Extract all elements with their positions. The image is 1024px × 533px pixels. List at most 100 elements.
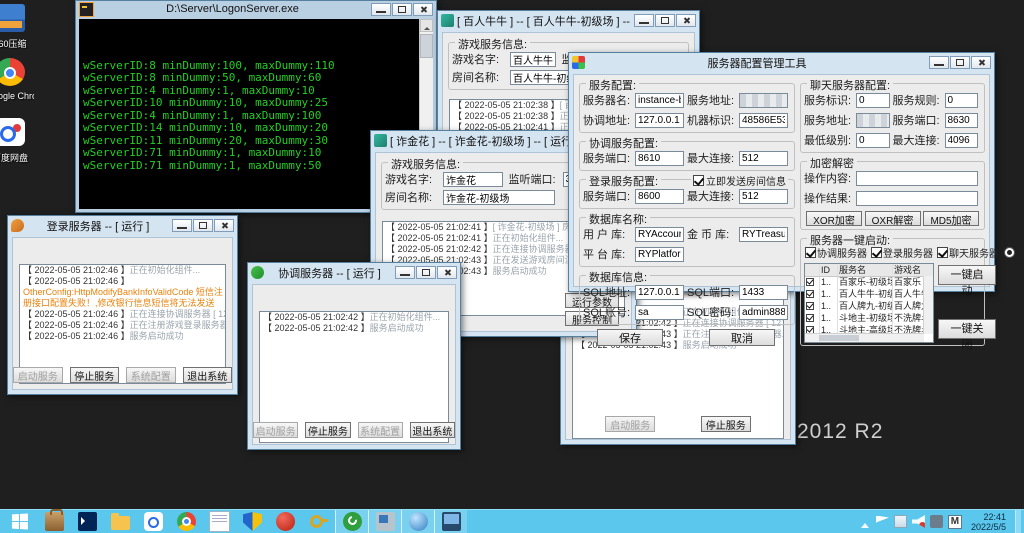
field-input[interactable] bbox=[856, 171, 978, 186]
close-button[interactable] bbox=[437, 266, 457, 279]
room-name-field[interactable] bbox=[443, 190, 555, 205]
chrome-icon[interactable] bbox=[170, 510, 203, 533]
baidu-netdisk-icon[interactable] bbox=[137, 510, 170, 533]
service-button[interactable]: 启动服务 bbox=[253, 422, 298, 438]
titlebar[interactable]: [ 百人牛牛 ] -- [ 百人牛牛-初级场 ] -- [ 运行 ] bbox=[438, 11, 699, 30]
row-checkbox[interactable] bbox=[806, 278, 814, 286]
field-input[interactable] bbox=[635, 247, 684, 262]
service-button[interactable]: 系统配置 bbox=[126, 367, 176, 383]
table-row[interactable]: 1.. 斗地主-初级场 不洗牌斗地主 bbox=[805, 313, 933, 325]
desktop-icon-baidu-netdisk[interactable]: 百度网盘 bbox=[0, 118, 34, 164]
uac-shield-icon[interactable] bbox=[236, 510, 269, 533]
save-button[interactable]: 保存 bbox=[597, 329, 663, 346]
titlebar[interactable]: 登录服务器 -- [ 运行 ] bbox=[8, 216, 237, 235]
send-room-info-checkbox[interactable]: 立即发送房间信息 bbox=[691, 173, 788, 188]
table-vertical-scrollbar[interactable] bbox=[923, 276, 933, 334]
scroll-up-icon[interactable] bbox=[420, 19, 433, 32]
ime-indicator-icon[interactable] bbox=[930, 515, 943, 528]
m-badge[interactable]: M bbox=[948, 515, 962, 529]
row-checkbox[interactable] bbox=[806, 290, 814, 298]
field-input[interactable] bbox=[635, 151, 684, 166]
field-input[interactable] bbox=[856, 191, 978, 206]
service-button[interactable]: 停止服务 bbox=[305, 422, 350, 438]
minimize-button[interactable] bbox=[172, 219, 192, 232]
field-input[interactable] bbox=[739, 189, 788, 204]
minimize-button[interactable] bbox=[929, 56, 949, 69]
globe-icon[interactable] bbox=[401, 510, 434, 533]
field-input[interactable] bbox=[739, 93, 788, 108]
maximize-button[interactable] bbox=[193, 219, 213, 232]
computer-icon[interactable] bbox=[434, 510, 467, 533]
field-input[interactable] bbox=[635, 93, 684, 108]
maximize-button[interactable] bbox=[416, 266, 436, 279]
titlebar[interactable]: 协调服务器 -- [ 运行 ] bbox=[248, 263, 460, 282]
device-icon[interactable] bbox=[368, 510, 401, 533]
select-mode-radio[interactable]: 全选 bbox=[1004, 245, 1024, 260]
service-button[interactable]: 停止服务 bbox=[70, 367, 120, 383]
table-row[interactable]: 1.. 百人牛牛-初级场 百人牛牛 bbox=[805, 289, 933, 301]
server-manager-icon[interactable] bbox=[38, 510, 71, 533]
action-center-flag-icon[interactable] bbox=[876, 516, 889, 529]
game-name-field[interactable] bbox=[443, 172, 503, 187]
service-button[interactable]: 退出系统 bbox=[183, 367, 233, 383]
onekey-start-button[interactable]: 一键启动 bbox=[938, 265, 996, 285]
scroll-thumb[interactable] bbox=[420, 34, 433, 58]
field-input[interactable] bbox=[635, 189, 684, 204]
show-desktop-button[interactable] bbox=[1015, 510, 1021, 533]
network-icon[interactable] bbox=[894, 515, 907, 528]
field-input[interactable] bbox=[945, 113, 979, 128]
field-input[interactable] bbox=[635, 113, 684, 128]
close-button[interactable] bbox=[214, 219, 234, 232]
cancel-button[interactable]: 取消 bbox=[709, 329, 775, 346]
maximize-button[interactable] bbox=[655, 14, 675, 27]
desktop-icon-360zip[interactable]: 360压缩 bbox=[0, 4, 34, 50]
powershell-icon[interactable] bbox=[71, 510, 104, 533]
desktop-icon-chrome[interactable]: Google Chrome bbox=[0, 58, 34, 101]
minimize-button[interactable] bbox=[395, 266, 415, 279]
row-checkbox[interactable] bbox=[806, 302, 814, 310]
key-icon[interactable] bbox=[302, 510, 335, 533]
field-input[interactable] bbox=[635, 227, 684, 242]
field-input[interactable] bbox=[739, 285, 788, 300]
crypto-button[interactable]: OXR解密 bbox=[865, 211, 921, 226]
tray-expand-icon[interactable] bbox=[858, 515, 871, 528]
titlebar[interactable]: D:\Server\LogonServer.exe bbox=[76, 1, 436, 17]
titlebar[interactable]: 服务器配置管理工具 bbox=[569, 53, 994, 72]
field-input[interactable] bbox=[739, 227, 788, 242]
onekey-close-button[interactable]: 一键关闭 bbox=[938, 319, 996, 339]
volume-muted-icon[interactable] bbox=[912, 515, 925, 528]
service-button[interactable]: 系统配置 bbox=[358, 422, 403, 438]
crypto-button[interactable]: XOR加密 bbox=[806, 211, 862, 226]
maximize-button[interactable] bbox=[392, 3, 412, 16]
recycle-icon[interactable] bbox=[335, 510, 368, 533]
start-button[interactable] bbox=[0, 510, 38, 533]
field-input[interactable] bbox=[856, 93, 890, 108]
table-horizontal-scrollbar[interactable] bbox=[805, 333, 924, 342]
table-row[interactable]: 1.. 百人牌九-初级场 百人牌九 bbox=[805, 301, 933, 313]
close-button[interactable] bbox=[971, 56, 991, 69]
folder-icon[interactable] bbox=[104, 510, 137, 533]
field-input[interactable] bbox=[635, 305, 684, 320]
service-button[interactable]: 启动服务 bbox=[605, 416, 655, 432]
close-button[interactable] bbox=[413, 3, 433, 16]
field-input[interactable] bbox=[739, 113, 788, 128]
server-checkbox[interactable]: 登录服务器 bbox=[871, 245, 933, 260]
service-button[interactable]: 停止服务 bbox=[701, 416, 751, 432]
game-name-field[interactable] bbox=[510, 52, 556, 67]
minimize-button[interactable] bbox=[634, 14, 654, 27]
field-input[interactable] bbox=[856, 133, 890, 148]
field-input[interactable] bbox=[945, 133, 979, 148]
service-button[interactable]: 退出系统 bbox=[410, 422, 455, 438]
notepad-icon[interactable] bbox=[203, 510, 236, 533]
table-row[interactable]: 1.. 百家乐-初级场 百家乐 bbox=[805, 277, 933, 289]
close-button[interactable] bbox=[676, 14, 696, 27]
field-input[interactable] bbox=[856, 113, 890, 128]
maximize-button[interactable] bbox=[950, 56, 970, 69]
red-user-icon[interactable] bbox=[269, 510, 302, 533]
field-input[interactable] bbox=[635, 285, 684, 300]
crypto-button[interactable]: MD5加密 bbox=[923, 211, 979, 226]
minimize-button[interactable] bbox=[371, 3, 391, 16]
server-checkbox[interactable]: 聊天服务器 bbox=[937, 245, 999, 260]
row-checkbox[interactable] bbox=[806, 314, 814, 322]
field-input[interactable] bbox=[739, 151, 788, 166]
